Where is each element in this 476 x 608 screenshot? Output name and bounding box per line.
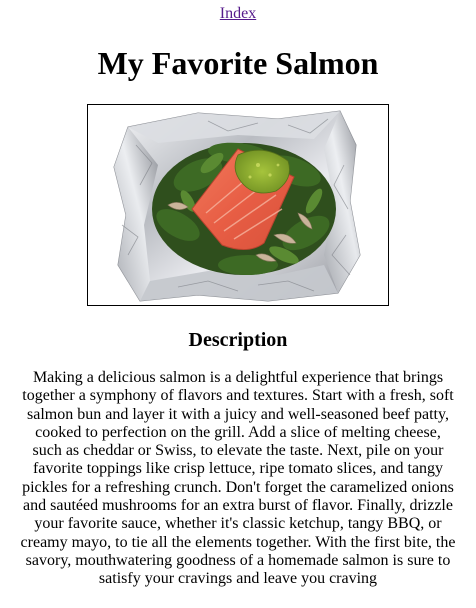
salmon-illustration [113, 110, 361, 302]
description-text: Making a delicious salmon is a delightfu… [20, 369, 456, 588]
index-link[interactable]: Index [220, 5, 256, 22]
description-heading: Description [188, 329, 288, 351]
salmon-photo [87, 104, 389, 306]
top-nav: Index [0, 4, 476, 24]
page-title: My Favorite Salmon [97, 45, 379, 81]
